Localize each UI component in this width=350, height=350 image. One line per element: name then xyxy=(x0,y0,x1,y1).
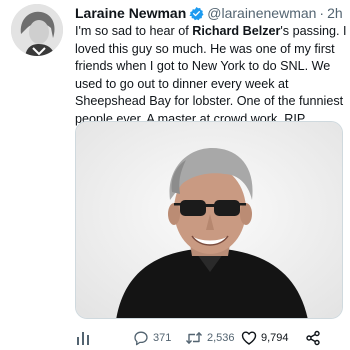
user-handle[interactable]: @larainenewman xyxy=(207,4,316,22)
reply-button[interactable]: 371 xyxy=(133,328,171,348)
like-count: 9,794 xyxy=(261,332,289,344)
analytics-button[interactable] xyxy=(75,328,91,348)
retweet-button[interactable]: 2,536 xyxy=(185,328,235,348)
tweet-photo[interactable] xyxy=(75,121,343,319)
reply-icon xyxy=(133,330,149,346)
heart-icon xyxy=(241,330,257,346)
tweet-actions: 371 2,536 9,794 xyxy=(75,328,345,348)
tweet-header: Laraine Newman @larainenewman · 2h xyxy=(75,4,345,22)
tweet[interactable]: Laraine Newman @larainenewman · 2h I'm s… xyxy=(0,0,350,350)
retweet-icon xyxy=(185,330,203,346)
tweet-text-part1: I'm so sad to hear of xyxy=(75,24,193,38)
avatar[interactable] xyxy=(11,4,63,56)
tweet-text-mention: Richard Belzer xyxy=(192,24,281,38)
bar-chart-icon xyxy=(75,330,91,346)
reply-count: 371 xyxy=(153,332,172,344)
display-name[interactable]: Laraine Newman xyxy=(75,4,186,22)
header-separator: · xyxy=(319,5,325,21)
verified-badge-icon xyxy=(189,6,204,21)
timestamp[interactable]: 2h xyxy=(327,4,343,22)
share-icon xyxy=(305,330,321,346)
share-button[interactable] xyxy=(305,328,321,348)
like-button[interactable]: 9,794 xyxy=(241,328,289,348)
retweet-count: 2,536 xyxy=(207,332,235,344)
